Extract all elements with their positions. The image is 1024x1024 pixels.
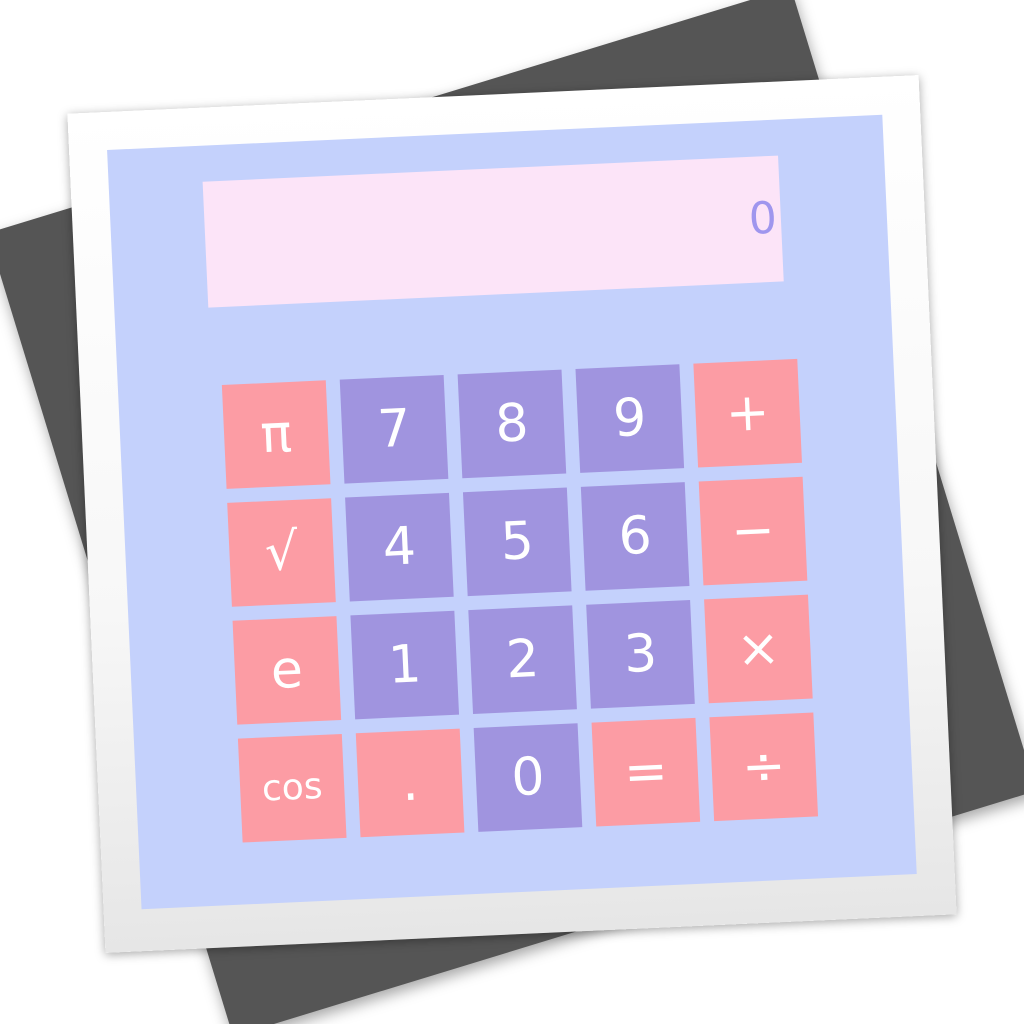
key-label: cos [260,765,324,810]
key-label: 7 [376,398,412,460]
app-icon: 0 π 7 8 9 + √ 4 5 6 − e 1 2 3 × cos. 0 = ÷ [0,0,1024,1024]
key-6[interactable]: 6 [580,482,690,591]
key-label: 0 [510,746,546,809]
key-pi[interactable]: π [221,380,331,489]
key-label: 3 [622,623,659,686]
key-label: π [259,403,294,466]
key-0[interactable]: 0 [473,723,583,832]
photo-frame: 0 π 7 8 9 + √ 4 5 6 − e 1 2 3 × cos. 0 = ÷ [67,75,957,953]
key-cos[interactable]: cos [237,733,347,843]
key-label: 2 [504,628,541,691]
key-label: 8 [494,393,530,455]
key-divide[interactable]: ÷ [709,712,819,822]
key-label: 4 [381,516,418,578]
key-7[interactable]: 7 [339,374,449,484]
key-label: = [622,741,669,804]
calculator-face: 0 π 7 8 9 + √ 4 5 6 − e 1 2 3 × cos. 0 = ÷ [107,114,917,910]
key-multiply[interactable]: × [704,594,813,704]
key-2[interactable]: 2 [468,605,577,714]
key-label: 9 [611,387,648,450]
key-label: × [735,618,782,680]
key-label: 6 [617,505,654,568]
key-plus[interactable]: + [693,358,802,468]
key-8[interactable]: 8 [457,369,567,479]
key-label: − [729,500,777,563]
key-1[interactable]: 1 [350,610,460,720]
key-4[interactable]: 4 [345,492,454,602]
key-label: 5 [499,511,536,573]
display-value: 0 [747,192,779,245]
key-3[interactable]: 3 [586,600,695,709]
key-label: √ [263,521,300,584]
key-5[interactable]: 5 [462,487,572,597]
key-label: ÷ [740,735,787,798]
key-sqrt[interactable]: √ [227,498,336,607]
display-screen: 0 [202,155,784,308]
keypad: π 7 8 9 + √ 4 5 6 − e 1 2 3 × cos. 0 = ÷ [221,358,819,845]
key-decimal[interactable]: . [355,728,465,838]
key-label: . [400,752,420,814]
key-label: 1 [386,634,423,696]
key-equals[interactable]: = [591,717,701,827]
key-9[interactable]: 9 [575,364,685,473]
key-label: e [269,639,305,702]
key-e[interactable]: e [232,616,342,725]
key-minus[interactable]: − [698,476,808,586]
key-label: + [724,382,771,445]
